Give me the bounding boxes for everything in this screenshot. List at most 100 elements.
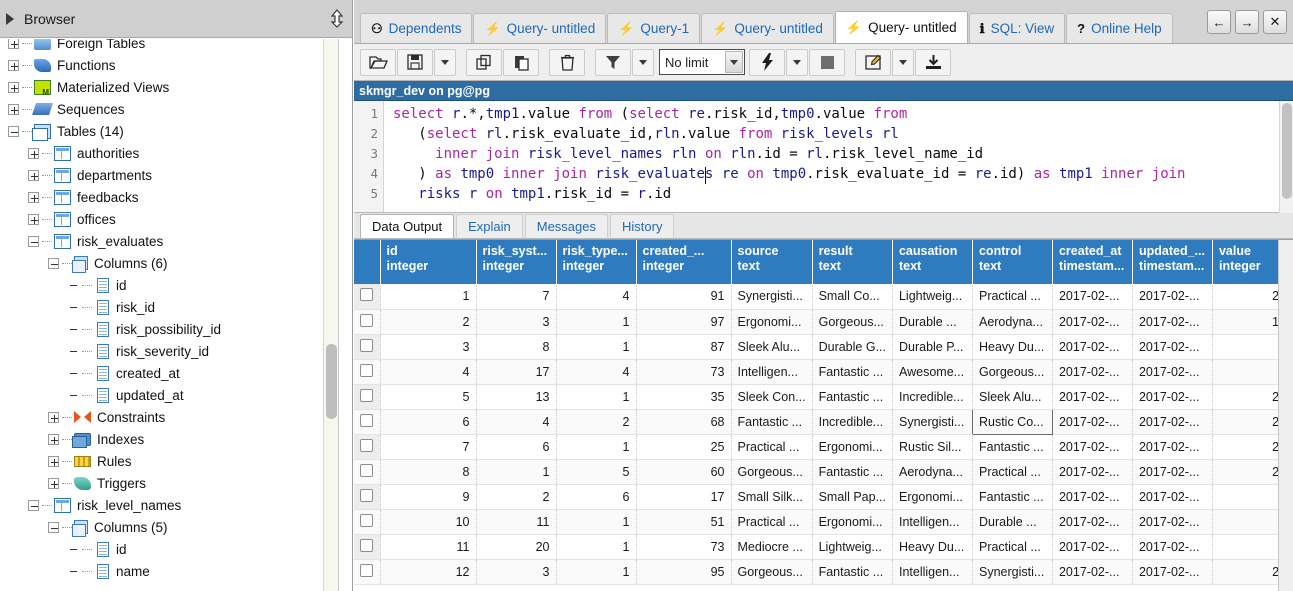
- tree-item-risk-evaluates[interactable]: risk_evaluates: [0, 230, 338, 252]
- table-cell[interactable]: 12: [380, 559, 477, 585]
- expand-icon[interactable]: [48, 477, 59, 489]
- table-cell[interactable]: 6: [380, 409, 477, 435]
- expand-icon[interactable]: [48, 411, 59, 423]
- row-checkbox-cell[interactable]: [354, 459, 381, 485]
- table-cell[interactable]: 3: [380, 334, 477, 360]
- table-cell[interactable]: 4: [556, 284, 637, 310]
- table-cell[interactable]: 6: [476, 434, 557, 460]
- row-checkbox-cell[interactable]: [354, 409, 381, 435]
- table-cell[interactable]: Durable G...: [812, 334, 893, 360]
- table-row[interactable]: 3 8 1 87 Sleek Alu... Durable G... Durable P..…: [354, 334, 1293, 360]
- table-cell[interactable]: 25: [636, 434, 732, 460]
- table-cell[interactable]: 4: [380, 359, 477, 385]
- table-cell[interactable]: 2017-02-...: [1132, 459, 1213, 485]
- table-cell[interactable]: Practical ...: [731, 434, 813, 460]
- row-checkbox-cell[interactable]: [354, 359, 381, 385]
- table-cell[interactable]: Fantastic ...: [812, 359, 893, 385]
- table-cell[interactable]: 8: [476, 334, 557, 360]
- expand-icon[interactable]: [28, 213, 39, 225]
- table-cell[interactable]: 2017-02-...: [1132, 384, 1213, 410]
- tree-item-indexes[interactable]: Indexes: [0, 428, 338, 450]
- tab-query-untitled[interactable]: ⚡ Query- untitled: [701, 13, 834, 43]
- table-cell[interactable]: 7: [380, 434, 477, 460]
- tree-item-risk-severity-id[interactable]: risk_severity_id: [0, 340, 338, 362]
- tree-item-risk-id[interactable]: risk_id: [0, 296, 338, 318]
- table-cell[interactable]: 4: [476, 409, 557, 435]
- expand-icon[interactable]: [28, 191, 39, 203]
- table-cell[interactable]: Fantastic ...: [812, 384, 893, 410]
- stop-icon[interactable]: [809, 48, 845, 76]
- tree-item-updated-at[interactable]: updated_at: [0, 384, 338, 406]
- table-cell[interactable]: 2017-02-...: [1052, 559, 1133, 585]
- editor-vertical-scrollbar[interactable]: [1279, 101, 1293, 213]
- table-cell[interactable]: 1: [556, 559, 637, 585]
- table-cell[interactable]: 1: [556, 309, 637, 335]
- result-tab-explain[interactable]: Explain: [456, 214, 523, 238]
- filter-icon[interactable]: [595, 48, 631, 76]
- sql-editor[interactable]: 1 2 3 4 5 select r.*,tmp1.value from (select…: [354, 101, 1293, 213]
- table-cell[interactable]: Small Pap...: [812, 484, 893, 510]
- back-button[interactable]: ←: [1207, 10, 1231, 34]
- edit-dropdown-caret[interactable]: [892, 48, 914, 76]
- tab-online-help[interactable]: ? Online Help: [1066, 13, 1173, 43]
- table-cell[interactable]: 11: [476, 509, 557, 535]
- table-cell[interactable]: Lightweig...: [812, 534, 893, 560]
- paste-icon[interactable]: [503, 48, 539, 76]
- row-checkbox[interactable]: [360, 513, 374, 527]
- table-cell[interactable]: Gorgeous...: [812, 309, 893, 335]
- expand-icon[interactable]: [8, 39, 19, 49]
- table-cell[interactable]: 11: [380, 534, 477, 560]
- table-cell[interactable]: Lightweig...: [892, 284, 973, 310]
- table-cell[interactable]: 2017-02-...: [1132, 534, 1213, 560]
- tree-item-risk-possibility-id[interactable]: risk_possibility_id: [0, 318, 338, 340]
- expand-icon[interactable]: [48, 433, 59, 445]
- column-header-risk_type-[interactable]: risk_type... integer: [556, 240, 637, 284]
- table-cell[interactable]: Fantastic ...: [812, 559, 893, 585]
- table-cell[interactable]: 1: [556, 334, 637, 360]
- limit-spinner-icon[interactable]: [725, 51, 743, 73]
- table-cell[interactable]: 3: [476, 559, 557, 585]
- data-output-grid[interactable]: id integer risk_syst... integer risk_type...…: [354, 239, 1293, 591]
- expand-icon[interactable]: [48, 455, 59, 467]
- table-cell[interactable]: 91: [636, 284, 732, 310]
- row-checkbox[interactable]: [360, 563, 374, 577]
- row-checkbox[interactable]: [360, 388, 374, 402]
- table-cell[interactable]: 73: [636, 534, 732, 560]
- result-tab-data-output[interactable]: Data Output: [360, 214, 455, 238]
- table-cell[interactable]: Intelligen...: [892, 509, 973, 535]
- table-cell[interactable]: 1: [556, 434, 637, 460]
- row-checkbox[interactable]: [360, 538, 374, 552]
- row-checkbox-cell[interactable]: [354, 384, 381, 410]
- column-header-control[interactable]: control text: [972, 240, 1053, 284]
- table-cell[interactable]: 68: [636, 409, 732, 435]
- table-cell[interactable]: Durable P...: [892, 334, 973, 360]
- table-cell[interactable]: 2017-02-...: [1052, 409, 1133, 435]
- table-cell[interactable]: Incredible...: [892, 384, 973, 410]
- table-cell[interactable]: 2: [380, 309, 477, 335]
- table-cell[interactable]: 2: [556, 409, 637, 435]
- execute-lightning-icon[interactable]: [749, 48, 785, 76]
- table-cell[interactable]: Intelligen...: [892, 559, 973, 585]
- table-cell[interactable]: Heavy Du...: [972, 334, 1053, 360]
- table-cell[interactable]: Incredible...: [812, 409, 893, 435]
- table-cell[interactable]: Sleek Con...: [731, 384, 813, 410]
- expand-icon[interactable]: [8, 103, 19, 115]
- tree-item-columns-5[interactable]: Columns (5): [0, 516, 338, 538]
- row-checkbox-cell[interactable]: [354, 434, 381, 460]
- download-icon[interactable]: [915, 48, 951, 76]
- tab-dependents[interactable]: ⚇ Dependents: [360, 13, 473, 43]
- table-cell[interactable]: 3: [476, 309, 557, 335]
- table-cell[interactable]: 35: [636, 384, 732, 410]
- table-cell[interactable]: 2017-02-...: [1132, 434, 1213, 460]
- table-row[interactable]: 5 13 1 35 Sleek Con... Fantastic ... Incredibl…: [354, 384, 1293, 410]
- expand-icon[interactable]: [8, 59, 19, 71]
- collapse-icon[interactable]: [28, 235, 39, 247]
- tab-query-untitled[interactable]: ⚡ Query- untitled: [834, 11, 968, 43]
- tree-item-materialized-views[interactable]: Materialized Views: [0, 76, 338, 98]
- table-cell[interactable]: 17: [636, 484, 732, 510]
- table-cell[interactable]: 60: [636, 459, 732, 485]
- table-cell[interactable]: 20: [476, 534, 557, 560]
- table-row[interactable]: 10 11 1 51 Practical ... Ergonomi... Intellige…: [354, 509, 1293, 535]
- save-file-icon[interactable]: [397, 48, 433, 76]
- table-row[interactable]: 8 1 5 60 Gorgeous... Fantastic ... Aerodyna...…: [354, 459, 1293, 485]
